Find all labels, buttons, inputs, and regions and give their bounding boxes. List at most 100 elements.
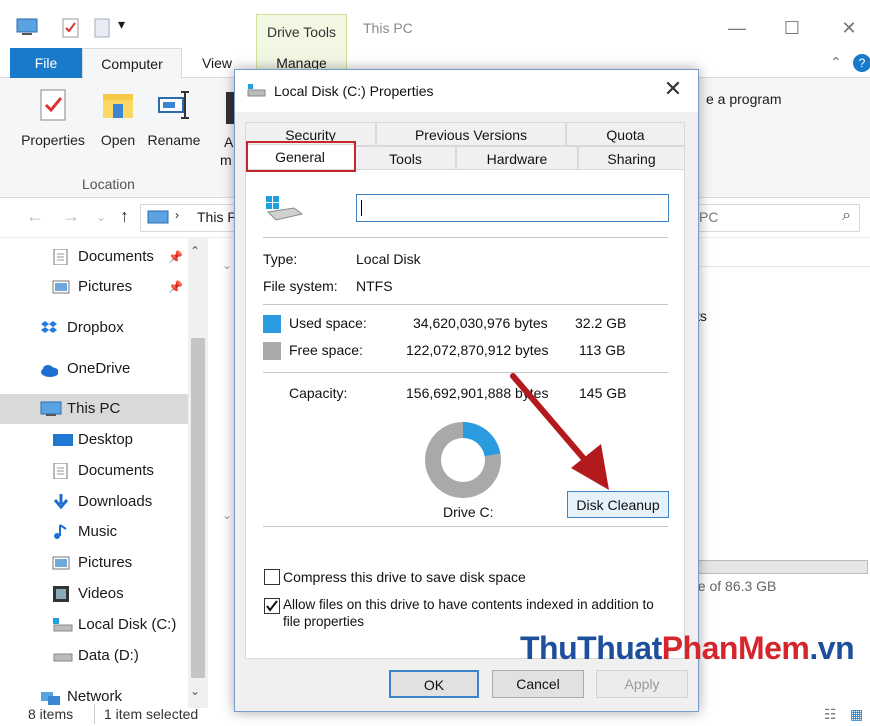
pictures-icon (52, 556, 70, 570)
forward-icon[interactable]: → (62, 206, 80, 227)
used-space-label: Used space: (289, 315, 367, 331)
drive-large-icon (266, 196, 304, 221)
recent-dropdown-icon[interactable]: ⌄ (96, 210, 106, 224)
properties-qat-icon[interactable] (62, 18, 80, 38)
properties-icon (36, 88, 70, 122)
sidebar-item-dropbox[interactable]: Dropbox (0, 313, 188, 343)
checkmark-icon (266, 600, 278, 612)
documents-icon (53, 463, 68, 479)
type-value: Local Disk (356, 251, 421, 267)
index-label-line1: Allow files on this drive to have conten… (283, 597, 654, 612)
tab-sharing[interactable]: Sharing (578, 146, 685, 170)
expand-chevron-icon[interactable]: ⌄ (222, 258, 232, 272)
sidebar-item-data-drive[interactable]: Data (D:) (0, 641, 188, 671)
index-label-line2: file properties (283, 614, 365, 629)
sidebar-item-desktop[interactable]: Desktop (0, 425, 188, 455)
scroll-down-icon[interactable]: ⌄ (190, 684, 200, 698)
sidebar-item-videos[interactable]: Videos (0, 579, 188, 609)
open-button[interactable]: Open (96, 88, 140, 148)
status-selected: 1 item selected (104, 706, 199, 722)
ok-button[interactable]: OK (389, 670, 479, 698)
sidebar-scrollbar[interactable]: ⌃ ⌄ (188, 238, 208, 708)
tab-tools[interactable]: Tools (355, 146, 456, 170)
scrollbar-thumb[interactable] (191, 338, 205, 678)
sidebar-item-downloads[interactable]: Downloads (0, 487, 188, 517)
ribbon-right-label[interactable]: e a program (706, 91, 781, 107)
sidebar-label: Pictures (78, 278, 133, 295)
address-chevron-icon: › (175, 208, 179, 222)
compress-checkbox[interactable] (264, 569, 280, 585)
sidebar-label: Data (D:) (78, 647, 139, 664)
search-text: PC (699, 209, 719, 225)
sidebar-label: Documents (78, 462, 154, 479)
rename-label: Rename (147, 132, 201, 148)
sidebar-item-documents-quick[interactable]: Documents 📌 (0, 242, 188, 272)
onedrive-icon (41, 365, 58, 377)
sidebar-item-documents[interactable]: Documents (0, 456, 188, 486)
rename-icon (157, 88, 191, 122)
window-close-button[interactable]: ✕ (834, 14, 864, 42)
donut-hole (441, 438, 485, 482)
sidebar-item-onedrive[interactable]: OneDrive (0, 354, 188, 384)
tab-computer[interactable]: Computer (82, 48, 182, 78)
sidebar-label: Music (78, 523, 118, 540)
drive-usage-bar (690, 560, 868, 574)
this-pc-icon (40, 401, 62, 416)
data-drive-icon (53, 653, 73, 662)
apply-button[interactable]: Apply (596, 670, 688, 698)
pictures-icon (52, 280, 70, 294)
watermark-part-2: PhanMem (661, 630, 810, 666)
back-icon[interactable]: ← (26, 206, 44, 227)
dialog-close-button[interactable]: ✕ (658, 76, 688, 102)
used-space-gb: 32.2 GB (575, 315, 627, 331)
up-icon[interactable]: ↑ (120, 206, 129, 227)
search-input[interactable]: PC ⌕ (690, 204, 860, 232)
status-item-count: 8 items (28, 706, 74, 722)
scroll-up-icon[interactable]: ⌃ (190, 244, 200, 258)
minimize-button[interactable]: — (722, 14, 752, 42)
videos-icon (53, 586, 69, 602)
drive-name-input[interactable] (356, 194, 669, 222)
sidebar-item-local-disk[interactable]: Local Disk (C:) (0, 610, 188, 640)
ribbon-collapse-icon[interactable]: ⌃ (830, 54, 842, 71)
type-label: Type: (263, 251, 298, 267)
new-folder-qat-icon[interactable] (94, 18, 110, 38)
help-icon[interactable]: ? (853, 54, 870, 72)
expand-chevron-icon[interactable]: ⌄ (222, 508, 232, 522)
navigation-pane: Documents 📌 Pictures 📌 Dropbox OneDrive … (0, 238, 232, 708)
sidebar-item-music[interactable]: Music (0, 517, 188, 547)
tab-quota[interactable]: Quota (566, 122, 685, 146)
tab-previous-versions[interactable]: Previous Versions (376, 122, 566, 146)
properties-button[interactable]: Properties (20, 88, 86, 148)
status-divider (94, 704, 95, 724)
music-icon (54, 524, 67, 539)
rename-button[interactable]: Rename (146, 88, 202, 148)
address-input[interactable]: › This P (140, 204, 240, 232)
cancel-button[interactable]: Cancel (492, 670, 584, 698)
index-checkbox[interactable] (264, 598, 280, 614)
large-icons-view-icon[interactable]: ▦ (850, 706, 863, 723)
local-disk-title-icon (247, 84, 266, 97)
capacity-label: Capacity: (289, 385, 348, 401)
tab-file[interactable]: File (10, 48, 82, 78)
open-folder-icon (101, 88, 135, 122)
sidebar-label: This PC (67, 400, 121, 417)
sidebar-item-pictures[interactable]: Pictures (0, 548, 188, 578)
pin-icon[interactable]: 📌 (168, 242, 183, 272)
details-view-icon[interactable]: ☷ (824, 706, 837, 723)
sidebar-item-pictures-quick[interactable]: Pictures 📌 (0, 272, 188, 302)
window-title: This PC (363, 20, 413, 36)
drive-free-text: ee of 86.3 GB (690, 578, 777, 594)
general-tab-highlight (246, 141, 356, 172)
sidebar-item-this-pc[interactable]: This PC (0, 394, 188, 424)
local-disk-icon (53, 618, 73, 632)
qat-dropdown-icon[interactable]: ▾ (118, 16, 125, 33)
drive-tools-tab: Drive Tools (256, 14, 347, 48)
sidebar-label: Documents (78, 248, 154, 265)
computer-icon[interactable] (16, 18, 38, 36)
pin-icon[interactable]: 📌 (168, 272, 183, 302)
tab-hardware[interactable]: Hardware (456, 146, 578, 170)
maximize-button[interactable]: ☐ (777, 14, 807, 42)
filesystem-value: NTFS (356, 278, 393, 294)
header-divider (690, 266, 870, 267)
